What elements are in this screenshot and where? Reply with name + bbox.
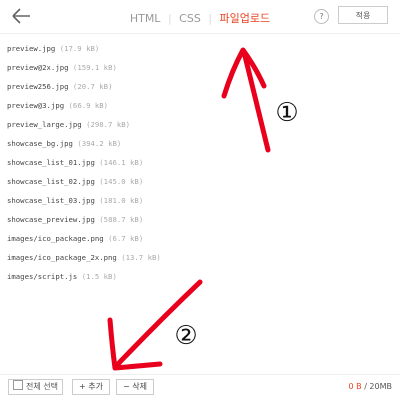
annotation-overlay: ① ② [107, 47, 299, 371]
annotation-marker-2: ② [174, 321, 197, 351]
annotation-marker-1: ① [275, 98, 298, 128]
annotation-arrow-1 [221, 47, 271, 153]
